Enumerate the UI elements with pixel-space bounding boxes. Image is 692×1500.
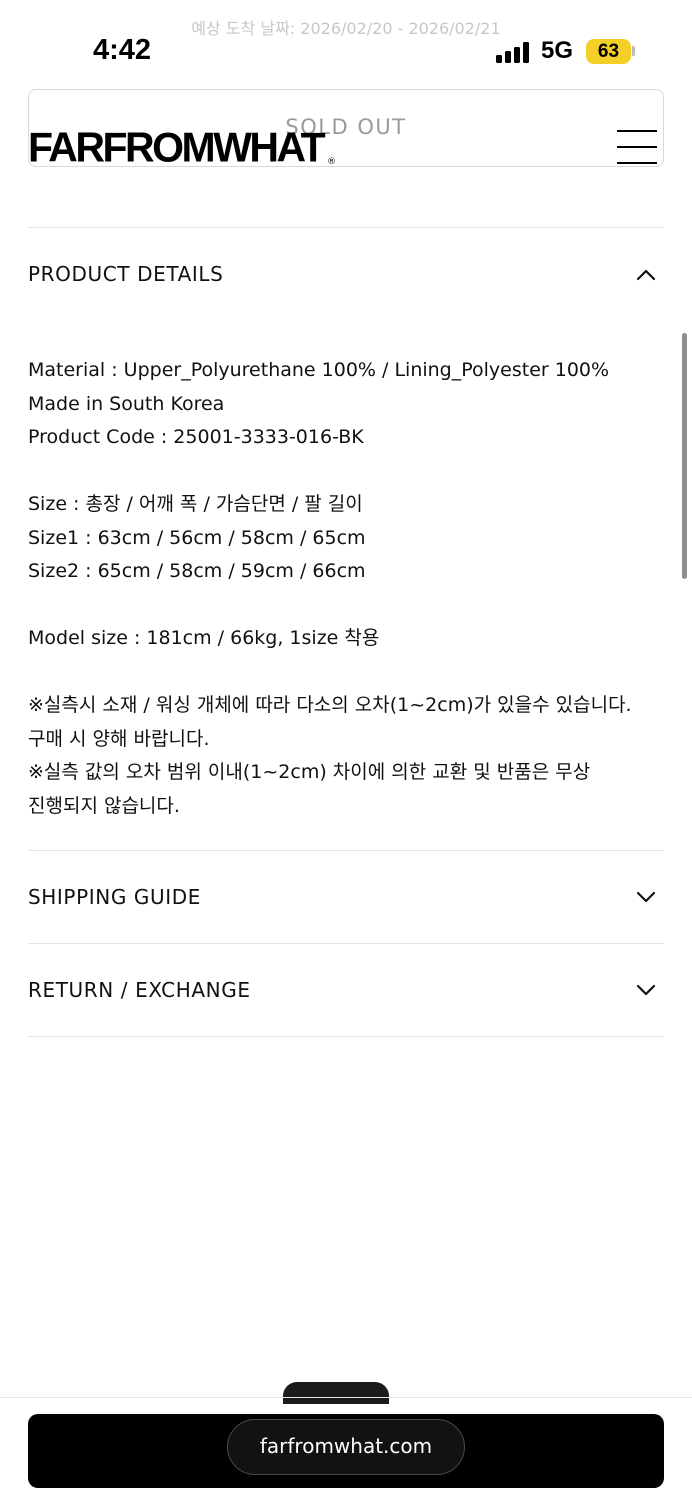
divider xyxy=(28,227,664,228)
shipping-guide-header[interactable]: SHIPPING GUIDE xyxy=(28,885,201,909)
divider xyxy=(28,850,664,851)
detail-model-size: Model size : 181cm / 66kg, 1size 착용 xyxy=(28,627,380,649)
detail-size2: Size2 : 65cm / 58cm / 59cm / 66cm xyxy=(28,560,366,582)
brand-logo[interactable]: FARFROMWHAT xyxy=(28,124,326,172)
detail-note-3: ※실측 값의 오차 범위 이내(1~2cm) 차이에 의한 교환 및 반품은 무… xyxy=(28,761,591,783)
chevron-down-icon[interactable] xyxy=(636,983,656,997)
detail-note-2: 구매 시 양해 바랍니다. xyxy=(28,727,210,750)
divider xyxy=(28,943,664,944)
product-image-thumbnail xyxy=(283,1382,389,1404)
detail-size-header: Size : 총장 / 어깨 폭 / 가슴단면 / 팔 길이 xyxy=(28,493,363,515)
detail-product-code: Product Code : 25001-3333-016-BK xyxy=(28,426,364,448)
detail-size1: Size1 : 63cm / 56cm / 58cm / 65cm xyxy=(28,526,366,549)
cellular-signal-icon xyxy=(496,41,532,63)
network-type: 5G xyxy=(541,37,574,64)
product-details-header[interactable]: PRODUCT DETAILS xyxy=(28,262,223,286)
product-details-content: Material : Upper_Polyurethane 100% / Lin… xyxy=(28,354,658,823)
battery-icon: 63 xyxy=(586,39,631,64)
hamburger-menu-icon[interactable] xyxy=(617,130,657,164)
page-scrollbar[interactable] xyxy=(682,333,687,579)
chevron-down-icon[interactable] xyxy=(636,890,656,904)
return-exchange-header[interactable]: RETURN / EXCHANGE xyxy=(28,978,251,1002)
detail-origin: Made in South Korea xyxy=(28,392,225,415)
detail-note-1: ※실측시 소재 / 워싱 개체에 따라 다소의 오차(1~2cm)가 있을수 있… xyxy=(28,694,632,716)
status-time: 4:42 xyxy=(93,34,152,66)
chevron-up-icon[interactable] xyxy=(636,268,656,282)
registered-mark: ® xyxy=(327,157,336,167)
divider xyxy=(28,1036,664,1037)
detail-note-4: 진행되지 않습니다. xyxy=(28,794,180,817)
divider xyxy=(0,1397,692,1398)
browser-url-bar[interactable]: farfromwhat.com xyxy=(227,1419,465,1475)
battery-nub xyxy=(632,46,635,56)
detail-material: Material : Upper_Polyurethane 100% / Lin… xyxy=(28,359,610,381)
